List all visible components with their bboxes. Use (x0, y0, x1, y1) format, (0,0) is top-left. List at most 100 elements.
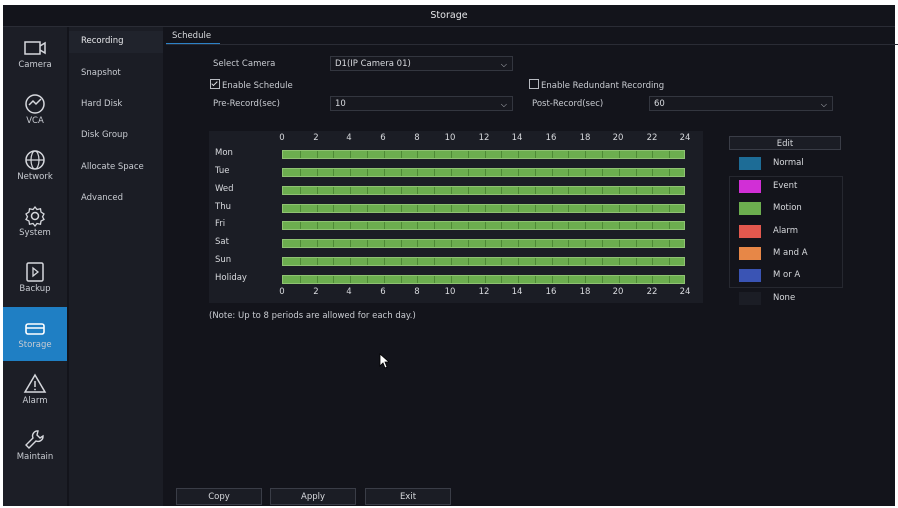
schedule-grid[interactable]: 0 2 4 6 8 10 12 14 16 18 20 22 24 Mon Tu… (209, 131, 703, 303)
legend-item-motion[interactable]: Motion (739, 202, 849, 216)
hour-tick (333, 151, 335, 158)
subnav-item-hard-disk[interactable]: Hard Disk (81, 99, 122, 109)
subnav-item-allocate-space[interactable]: Allocate Space (81, 162, 144, 172)
enable-schedule-checkbox[interactable]: Enable Schedule (210, 79, 293, 91)
hour-tick (450, 240, 452, 247)
enable-schedule-label: Enable Schedule (222, 81, 293, 91)
enable-redundant-checkbox[interactable]: Enable Redundant Recording (529, 79, 664, 91)
hour-tick (518, 205, 520, 212)
day-label-tue: Tue (215, 166, 230, 176)
schedule-bar-thu[interactable] (282, 204, 685, 213)
nav-item-alarm[interactable]: Alarm (3, 363, 67, 417)
nav-item-system[interactable]: System (3, 195, 67, 249)
hour-tick (669, 258, 671, 265)
schedule-bar-sat[interactable] (282, 239, 685, 248)
schedule-bar-sun[interactable] (282, 257, 685, 266)
hour-tick (518, 222, 520, 229)
hour-tick (383, 258, 385, 265)
hour-tick (450, 258, 452, 265)
pre-record-dropdown[interactable]: 10 ⌵ (330, 96, 513, 111)
subnav-item-recording[interactable]: Recording (81, 36, 124, 46)
hour-tick (383, 187, 385, 194)
hour-tick (551, 151, 553, 158)
edit-button[interactable]: Edit (729, 136, 841, 150)
nav-item-maintain[interactable]: Maintain (3, 419, 67, 473)
legend-label: M and A (773, 248, 808, 258)
hour-tick (383, 169, 385, 176)
hour-tick (602, 187, 604, 194)
hour-tick (551, 187, 553, 194)
subnav-item-disk-group[interactable]: Disk Group (81, 130, 128, 140)
nav-item-backup[interactable]: Backup (3, 251, 67, 305)
hour-tick (299, 151, 301, 158)
hour-tick (518, 187, 520, 194)
nav-item-camera[interactable]: Camera (3, 27, 67, 81)
hour-tick (434, 222, 436, 229)
hour-tick (316, 240, 318, 247)
hour-tick (635, 187, 637, 194)
select-camera-dropdown[interactable]: D1(IP Camera 01) ⌵ (330, 56, 513, 71)
hour-tick (484, 169, 486, 176)
hour-tick (299, 276, 301, 283)
legend-item-m-or-a[interactable]: M or A (739, 269, 849, 283)
hour-tick (366, 169, 368, 176)
hour-tick (299, 222, 301, 229)
hour-label: 12 (478, 133, 490, 143)
storage-window: Storage Camera VCA Network System Backup… (3, 5, 898, 506)
hour-tick (450, 169, 452, 176)
legend-item-alarm[interactable]: Alarm (739, 225, 849, 239)
hour-tick (551, 205, 553, 212)
schedule-bar-holiday[interactable] (282, 275, 685, 284)
hour-tick (551, 258, 553, 265)
subnav-item-advanced[interactable]: Advanced (81, 193, 123, 203)
legend-item-none[interactable]: None (739, 292, 849, 306)
hour-tick (450, 222, 452, 229)
hour-tick (299, 187, 301, 194)
hour-tick (434, 169, 436, 176)
apply-button[interactable]: Apply (270, 488, 356, 505)
hour-tick (618, 151, 620, 158)
hour-tick (518, 151, 520, 158)
hour-label: 10 (444, 287, 456, 297)
hour-tick (618, 205, 620, 212)
hour-tick (534, 258, 536, 265)
nav-label-storage: Storage (18, 340, 52, 350)
hour-tick (618, 258, 620, 265)
hour-tick (366, 240, 368, 247)
tab-divider (166, 44, 898, 45)
legend-item-normal[interactable]: Normal (739, 157, 849, 171)
schedule-bar-fri[interactable] (282, 221, 685, 230)
hour-label: 10 (444, 133, 456, 143)
hour-tick (333, 240, 335, 247)
schedule-bar-wed[interactable] (282, 186, 685, 195)
schedule-bar-tue[interactable] (282, 168, 685, 177)
chevron-down-icon: ⌵ (820, 100, 827, 109)
nav-item-network[interactable]: Network (3, 139, 67, 193)
schedule-bar-mon[interactable] (282, 150, 685, 159)
copy-button[interactable]: Copy (176, 488, 262, 505)
hour-tick (534, 222, 536, 229)
exit-button[interactable]: Exit (365, 488, 451, 505)
hour-tick (434, 151, 436, 158)
post-record-dropdown[interactable]: 60 ⌵ (649, 96, 833, 111)
hour-label: 8 (414, 287, 420, 297)
subnav-item-snapshot[interactable]: Snapshot (81, 68, 121, 78)
hour-tick (366, 222, 368, 229)
hour-tick (316, 169, 318, 176)
hour-tick (417, 151, 419, 158)
nav-item-storage[interactable]: Storage (3, 307, 67, 361)
legend-item-m-and-a[interactable]: M and A (739, 247, 849, 261)
hour-tick (652, 222, 654, 229)
nav-item-vca[interactable]: VCA (3, 83, 67, 137)
hour-tick (383, 205, 385, 212)
hour-tick (350, 276, 352, 283)
select-camera-label: Select Camera (213, 59, 276, 69)
tab-schedule[interactable]: Schedule (166, 30, 220, 45)
hour-tick (652, 187, 654, 194)
hour-tick (400, 205, 402, 212)
hour-tick (501, 222, 503, 229)
hour-tick (635, 240, 637, 247)
hour-label: 20 (612, 133, 624, 143)
legend-item-event[interactable]: Event (739, 180, 849, 194)
hour-tick (585, 169, 587, 176)
